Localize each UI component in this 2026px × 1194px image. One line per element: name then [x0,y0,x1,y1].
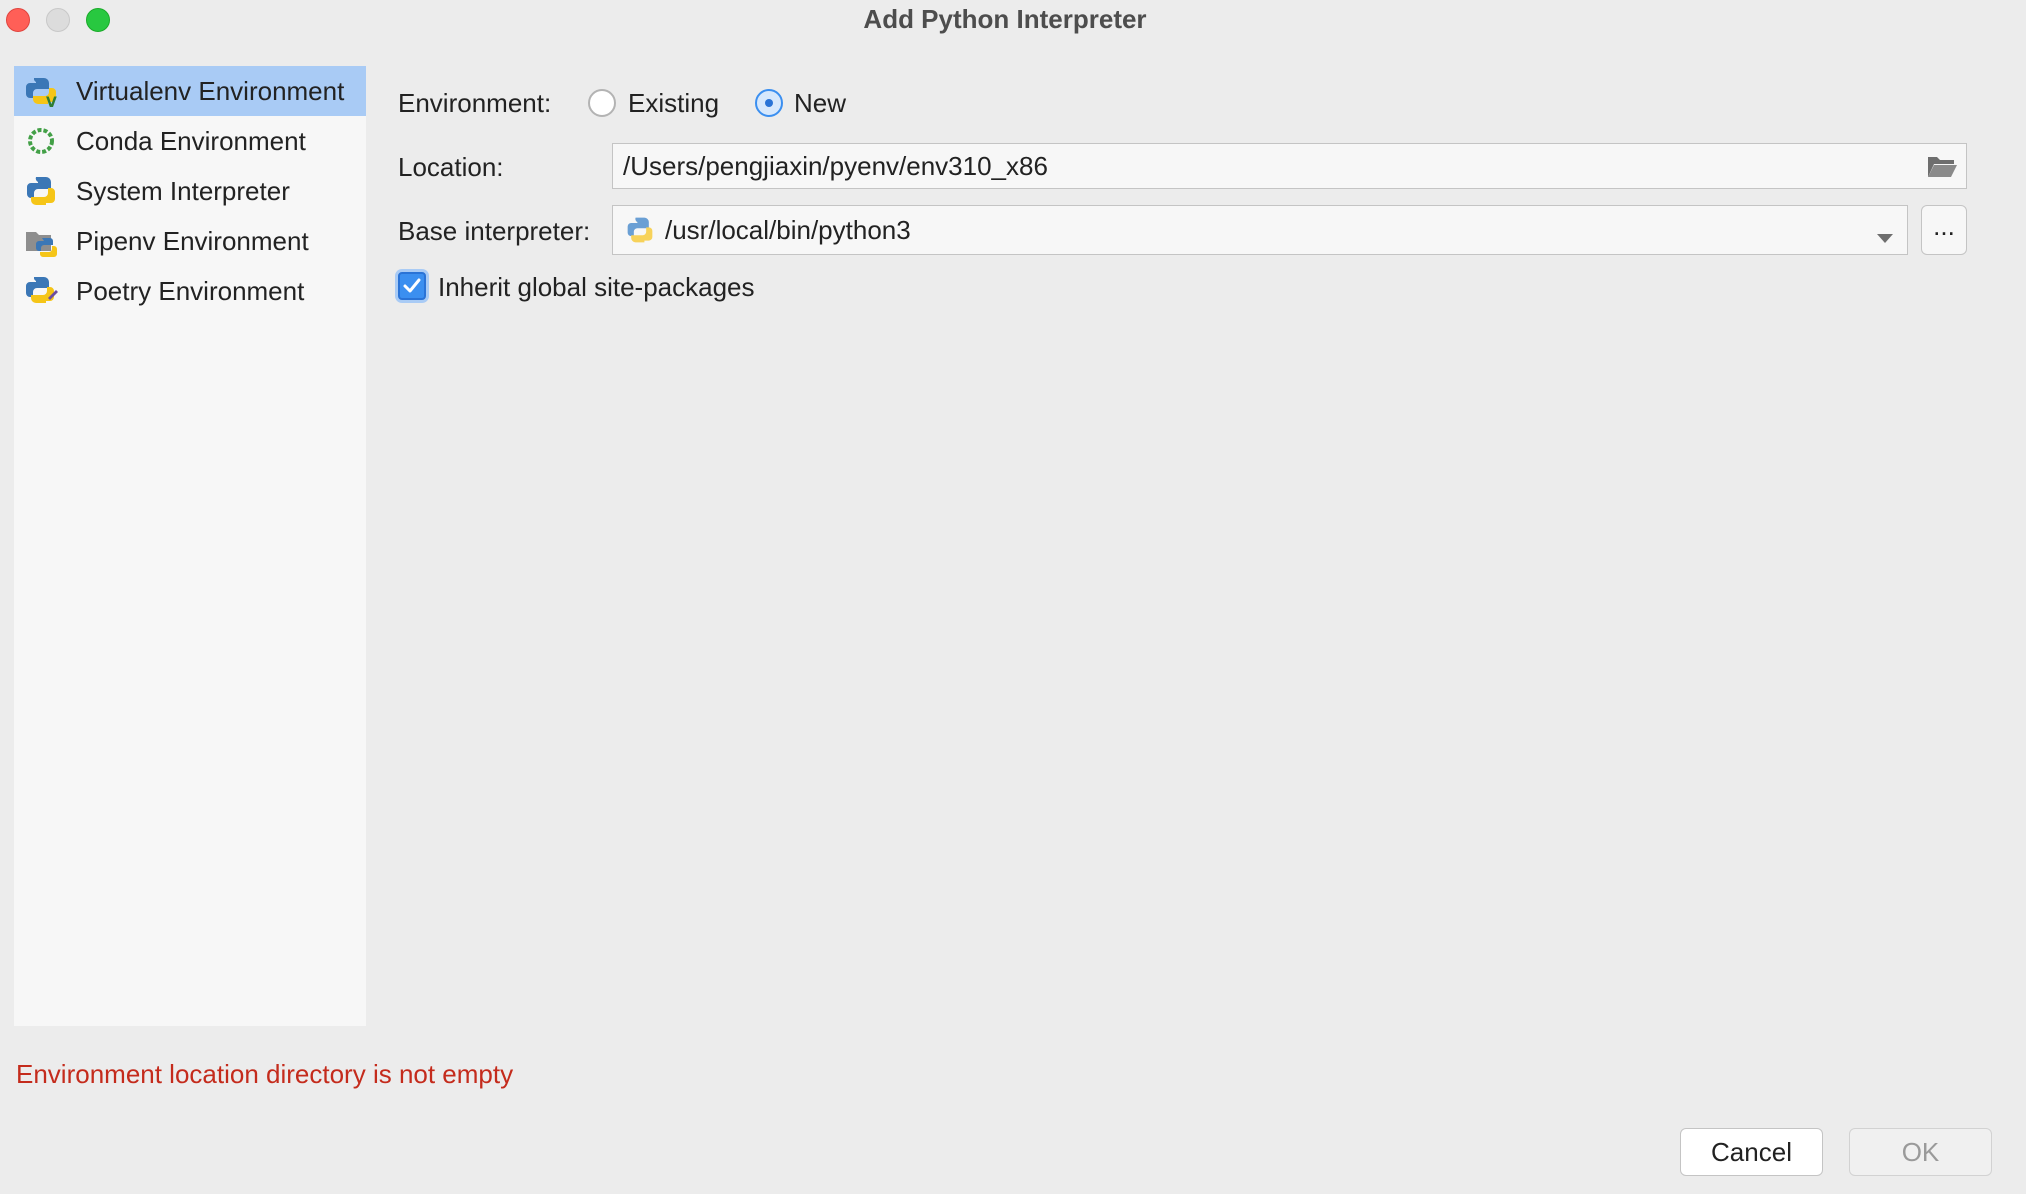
location-value: /Users/pengjiaxin/pyenv/env310_x86 [623,150,1048,181]
window-title: Add Python Interpreter [863,4,1147,34]
sidebar-item-pipenv[interactable]: Pipenv Environment [14,216,366,266]
browse-interpreter-button[interactable]: ... [1921,205,1967,255]
sidebar-item-virtualenv[interactable]: V Virtualenv Environment [14,66,366,116]
location-input[interactable]: /Users/pengjiaxin/pyenv/env310_x86 [612,143,1967,189]
sidebar-item-label: Pipenv Environment [76,225,309,256]
environment-type-list: V Virtualenv Environment Conda Environme… [14,66,366,1026]
ok-button[interactable]: OK [1849,1128,1992,1176]
python-virtualenv-icon: V [24,74,58,108]
base-interpreter-value: /usr/local/bin/python3 [665,214,911,245]
new-radio-label[interactable]: New [794,88,846,118]
svg-text:V: V [46,95,57,108]
new-radio[interactable] [755,89,783,117]
sidebar-item-label: Poetry Environment [76,275,305,306]
base-interpreter-label: Base interpreter: [398,216,591,246]
python-icon [24,174,58,208]
validation-error-message: Environment location directory is not em… [16,1059,514,1089]
sidebar-item-system-interpreter[interactable]: System Interpreter [14,166,366,216]
pipenv-icon [24,224,58,258]
sidebar-item-label: Virtualenv Environment [76,75,345,106]
python-icon [625,215,655,245]
browse-folder-icon[interactable] [1926,152,1958,180]
existing-radio[interactable] [588,89,616,117]
location-label: Location: [398,152,504,182]
cancel-button[interactable]: Cancel [1680,1128,1823,1176]
poetry-icon [24,274,58,308]
environment-label: Environment: [398,88,552,118]
chevron-down-icon[interactable] [1875,222,1895,243]
sidebar-item-poetry[interactable]: Poetry Environment [14,266,366,316]
checkmark-icon [403,278,421,293]
conda-icon [24,124,58,158]
existing-radio-label[interactable]: Existing [628,88,719,118]
sidebar-item-label: Conda Environment [76,125,306,156]
sidebar-item-conda[interactable]: Conda Environment [14,116,366,166]
inherit-site-packages-label[interactable]: Inherit global site-packages [438,272,755,302]
base-interpreter-select[interactable]: /usr/local/bin/python3 [612,205,1908,255]
inherit-site-packages-checkbox[interactable] [398,272,426,300]
sidebar-item-label: System Interpreter [76,175,290,206]
